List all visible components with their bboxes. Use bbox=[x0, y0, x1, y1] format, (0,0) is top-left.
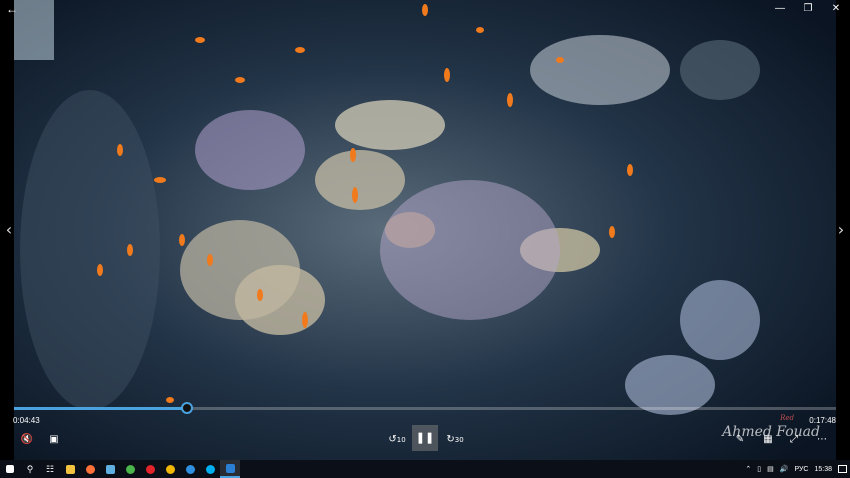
skip-forward-button[interactable]: ↻30 bbox=[446, 432, 464, 448]
video-frame[interactable] bbox=[0, 0, 850, 460]
video-player-window: ← — ❐ ✕ ‹ › 0:04:43 0:17:48 🔇 ▣ ↺10 ❚❚ ↻… bbox=[0, 0, 850, 460]
skip-forward-icon: ↻ bbox=[446, 434, 455, 445]
language-indicator[interactable]: РУС bbox=[794, 466, 808, 473]
subtitles-icon[interactable]: ▣ bbox=[46, 432, 62, 448]
back-arrow-icon[interactable]: ← bbox=[4, 2, 20, 16]
volume-icon[interactable]: 🔊 bbox=[780, 465, 789, 473]
chevron-up-icon[interactable]: ⌃ bbox=[745, 465, 751, 473]
task-view-icon[interactable]: ☷ bbox=[40, 460, 60, 478]
maximize-icon[interactable]: ❐ bbox=[794, 0, 822, 18]
notifications-icon[interactable] bbox=[838, 465, 847, 473]
minimize-icon[interactable]: — bbox=[766, 0, 794, 18]
chrome-icon[interactable] bbox=[160, 460, 180, 478]
mute-icon[interactable]: 🔇 bbox=[19, 432, 35, 448]
opera-icon[interactable] bbox=[140, 460, 160, 478]
skype-icon[interactable] bbox=[200, 460, 220, 478]
app-icon[interactable] bbox=[120, 460, 140, 478]
current-time: 0:04:43 bbox=[13, 416, 40, 425]
battery-icon[interactable]: ▯ bbox=[757, 465, 761, 473]
seek-thumb[interactable] bbox=[180, 402, 193, 414]
seek-bar[interactable] bbox=[14, 402, 836, 414]
vpn-icon[interactable] bbox=[100, 460, 120, 478]
file-explorer-icon[interactable] bbox=[60, 460, 80, 478]
window-controls: — ❐ ✕ bbox=[766, 0, 850, 18]
search-icon[interactable]: ⚲ bbox=[20, 460, 40, 478]
watermark: Red Ahmed Fouad bbox=[722, 414, 820, 440]
system-tray: ⌃ ▯ ▤ 🔊 РУС 15:38 bbox=[742, 460, 850, 478]
windows-start-icon[interactable] bbox=[0, 460, 20, 478]
skip-back-button[interactable]: ↺10 bbox=[388, 432, 406, 448]
seek-bar-progress bbox=[14, 407, 187, 410]
pause-button[interactable]: ❚❚ bbox=[412, 425, 438, 451]
close-icon[interactable]: ✕ bbox=[822, 0, 850, 18]
clock[interactable]: 15:38 bbox=[814, 466, 832, 473]
next-arrow-icon[interactable]: › bbox=[834, 220, 848, 240]
taskbar: ⚲ ☷ ⌃ ▯ ▤ 🔊 РУС 15:38 bbox=[0, 460, 850, 478]
firefox-icon[interactable] bbox=[80, 460, 100, 478]
title-bar: ← — ❐ ✕ bbox=[0, 0, 850, 18]
video-player-taskbar-icon[interactable] bbox=[220, 460, 240, 478]
skip-back-icon: ↺ bbox=[388, 434, 397, 445]
network-icon[interactable]: ▤ bbox=[767, 465, 774, 473]
previous-arrow-icon[interactable]: ‹ bbox=[2, 220, 16, 240]
edge-icon[interactable] bbox=[180, 460, 200, 478]
